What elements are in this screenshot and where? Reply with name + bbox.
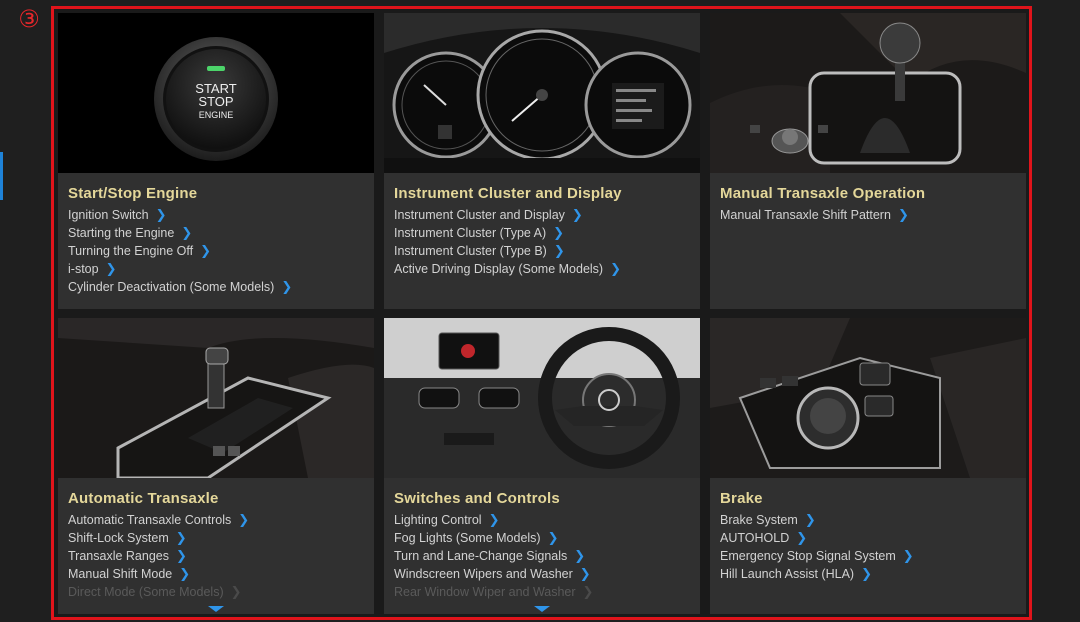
highlight-frame: START STOP ENGINE Start/Stop Engine Igni… [51, 6, 1032, 620]
chevron-right-icon: ❯ [155, 207, 167, 223]
automatic-selector-image[interactable] [58, 318, 374, 478]
chevron-right-icon: ❯ [105, 261, 117, 277]
card-instrument-cluster: Instrument Cluster and Display Instrumen… [384, 13, 700, 309]
chevron-right-icon: ❯ [582, 584, 594, 600]
link-instrument-cluster-type-a[interactable]: Instrument Cluster (Type A) ❯ [394, 224, 690, 242]
link-rear-window-wiper[interactable]: Rear Window Wiper and Washer ❯ [394, 583, 690, 601]
chevron-right-icon: ❯ [861, 566, 872, 582]
chevron-right-icon: ❯ [181, 225, 193, 241]
link-ignition-switch[interactable]: Ignition Switch ❯ [68, 206, 364, 224]
link-cylinder-deactivation[interactable]: Cylinder Deactivation (Some Models) ❯ [68, 278, 364, 296]
link-active-driving-display[interactable]: Active Driving Display (Some Models) ❯ [394, 260, 690, 278]
link-windscreen-wipers[interactable]: Windscreen Wipers and Washer ❯ [394, 565, 690, 583]
link-shift-lock-system[interactable]: Shift-Lock System ❯ [68, 529, 364, 547]
card-title[interactable]: Automatic Transaxle [68, 490, 364, 507]
card-title[interactable]: Manual Transaxle Operation [720, 185, 1016, 202]
link-emergency-stop-signal[interactable]: Emergency Stop Signal System ❯ [720, 547, 1016, 565]
link-instrument-cluster-type-b[interactable]: Instrument Cluster (Type B) ❯ [394, 242, 690, 260]
card-switches-controls: Switches and Controls Lighting Control ❯ … [384, 318, 700, 614]
expand-more-icon[interactable] [208, 606, 224, 612]
chevron-right-icon: ❯ [553, 225, 565, 241]
link-fog-lights[interactable]: Fog Lights (Some Models) ❯ [394, 529, 690, 547]
chevron-right-icon: ❯ [281, 279, 293, 295]
chevron-right-icon: ❯ [553, 243, 565, 259]
card-start-stop-engine: START STOP ENGINE Start/Stop Engine Igni… [58, 13, 374, 309]
card-brake: Brake Brake System ❯ AUTOHOLD ❯ Emergency … [710, 318, 1026, 614]
card-manual-transaxle: Manual Transaxle Operation Manual Transa… [710, 13, 1026, 309]
chevron-right-icon: ❯ [179, 566, 191, 582]
link-turning-engine-off[interactable]: Turning the Engine Off ❯ [68, 242, 364, 260]
card-title[interactable]: Brake [720, 490, 1016, 507]
card-title[interactable]: Start/Stop Engine [68, 185, 364, 202]
link-instrument-cluster-display[interactable]: Instrument Cluster and Display ❯ [394, 206, 690, 224]
link-direct-mode[interactable]: Direct Mode (Some Models) ❯ [68, 583, 364, 601]
link-brake-system[interactable]: Brake System ❯ [720, 511, 1016, 529]
chevron-right-icon: ❯ [610, 261, 621, 277]
chevron-right-icon: ❯ [579, 566, 591, 582]
link-hill-launch-assist[interactable]: Hill Launch Assist (HLA) ❯ [720, 565, 1016, 583]
chevron-right-icon: ❯ [488, 512, 500, 528]
topic-grid: START STOP ENGINE Start/Stop Engine Igni… [58, 13, 1026, 614]
sidebar-accent [0, 152, 3, 200]
start-stop-button-image[interactable]: START STOP ENGINE [58, 13, 374, 173]
chevron-right-icon: ❯ [804, 512, 816, 528]
chevron-right-icon: ❯ [571, 207, 583, 223]
link-manual-shift-pattern[interactable]: Manual Transaxle Shift Pattern ❯ [720, 206, 1016, 224]
expand-more-icon[interactable] [534, 606, 550, 612]
chevron-right-icon: ❯ [897, 207, 909, 223]
link-lighting-control[interactable]: Lighting Control ❯ [394, 511, 690, 529]
card-title[interactable]: Switches and Controls [394, 490, 690, 507]
link-autohold[interactable]: AUTOHOLD ❯ [720, 529, 1016, 547]
manual-shifter-image[interactable] [710, 13, 1026, 173]
chevron-right-icon: ❯ [175, 530, 187, 546]
link-transaxle-ranges[interactable]: Transaxle Ranges ❯ [68, 547, 364, 565]
link-i-stop[interactable]: i-stop ❯ [68, 260, 364, 278]
button-text-engine: ENGINE [199, 110, 234, 120]
card-automatic-transaxle: Automatic Transaxle Automatic Transaxle … [58, 318, 374, 614]
chevron-right-icon: ❯ [547, 530, 559, 546]
chevron-right-icon: ❯ [902, 548, 914, 564]
chevron-right-icon: ❯ [238, 512, 250, 528]
chevron-right-icon: ❯ [175, 548, 187, 564]
link-manual-shift-mode[interactable]: Manual Shift Mode ❯ [68, 565, 364, 583]
button-text-stop: STOP [198, 94, 233, 109]
link-starting-engine[interactable]: Starting the Engine ❯ [68, 224, 364, 242]
dashboard-steering-image[interactable] [384, 318, 700, 478]
chevron-right-icon: ❯ [200, 243, 211, 259]
chevron-right-icon: ❯ [230, 584, 242, 600]
card-title[interactable]: Instrument Cluster and Display [394, 185, 690, 202]
link-turn-lane-change-signals[interactable]: Turn and Lane-Change Signals ❯ [394, 547, 690, 565]
chevron-right-icon: ❯ [574, 548, 586, 564]
instrument-cluster-image[interactable] [384, 13, 700, 173]
chevron-right-icon: ❯ [796, 530, 808, 546]
brake-controls-image[interactable] [710, 318, 1026, 478]
link-automatic-transaxle-controls[interactable]: Automatic Transaxle Controls ❯ [68, 511, 364, 529]
step-number-marker: ③ [18, 5, 40, 33]
